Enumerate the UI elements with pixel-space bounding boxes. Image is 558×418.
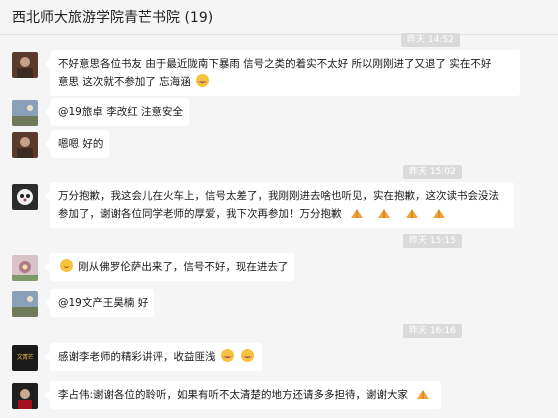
photo-avatar[interactable] xyxy=(12,132,38,158)
message-bubble: 刚从佛罗伦萨出来了，信号不好，现在进去了 xyxy=(44,253,295,281)
laughing-emoji-icon xyxy=(60,259,73,272)
pray-hands-icon xyxy=(432,207,446,219)
timestamp: 昨天 15:15 xyxy=(403,234,462,248)
landscape-avatar[interactable] xyxy=(12,291,38,317)
message-bubble: 万分抱歉，我这会儿在火车上，信号太差了，我刚刚进去啥也听见，实在抱歉，这次读书会… xyxy=(45,182,514,228)
blush-emoji-icon xyxy=(220,349,234,362)
message-bubble: @19旅卓 李改红 注意安全 xyxy=(44,98,190,126)
message-text: 李占伟:谢谢各位的聆听，如果有听不太清楚的地方还请多多担待，谢谢大家 xyxy=(58,389,409,401)
pray-hands-icon xyxy=(377,207,391,219)
portrait-avatar[interactable] xyxy=(12,383,38,409)
timestamp: 昨天 16:16 xyxy=(403,324,462,338)
chat-title-bar: 西北师大旅游学院青芒书院 (19) xyxy=(0,0,558,35)
message-text: 不好意思各位书友 由于最近陇南下暴雨 信号之类的着实不太好 所以刚刚进了又退了 … xyxy=(58,58,492,70)
message-text: 意思 这次就不参加了 忘海涵 xyxy=(58,76,191,88)
message-bubble: @19文产王昊楠 好 xyxy=(44,289,155,317)
panda-avatar[interactable] xyxy=(12,184,38,210)
landscape-avatar[interactable] xyxy=(12,100,38,126)
pray-hands-icon xyxy=(350,207,364,219)
message-text: 感谢李老师的精彩讲评，收益匪浅 xyxy=(58,351,216,363)
pray-hands-icon xyxy=(416,388,430,400)
message-text: @19旅卓 李改红 注意安全 xyxy=(58,106,184,118)
message-text: 嗯嗯 好的 xyxy=(58,138,104,150)
pray-hands-icon xyxy=(405,207,419,219)
message-bubble: 不好意思各位书友 由于最近陇南下暴雨 信号之类的着实不太好 所以刚刚进了又退了 … xyxy=(45,50,520,96)
wenqing-avatar[interactable]: 文青芒 xyxy=(12,345,38,371)
flower-avatar[interactable] xyxy=(12,255,38,281)
timestamp: 昨天 14:52 xyxy=(401,33,460,47)
message-bubble: 李占伟:谢谢各位的聆听，如果有听不太清楚的地方还请多多担待，谢谢大家 xyxy=(44,381,442,409)
photo-avatar[interactable] xyxy=(12,52,38,78)
message-text: 参加了，谢谢各位同学老师的厚爱，我下次再参加！万分抱歉 xyxy=(58,208,342,220)
chat-title: 西北师大旅游学院青芒书院 (19) xyxy=(12,10,214,26)
message-text: 刚从佛罗伦萨出来了，信号不好，现在进去了 xyxy=(78,261,289,273)
message-bubble: 感谢李老师的精彩讲评，收益匪浅 xyxy=(44,343,263,371)
message-text: 万分抱歉，我这会儿在火车上，信号太差了，我刚刚进去啥也听见，实在抱歉，这次读书会… xyxy=(58,190,499,202)
blush-emoji-icon xyxy=(241,349,255,362)
timestamp: 昨天 15:02 xyxy=(403,165,462,179)
avatar-label: 文青芒 xyxy=(12,345,38,371)
smile-emoji-icon xyxy=(196,74,210,87)
message-bubble: 嗯嗯 好的 xyxy=(44,130,110,158)
message-text: @19文产王昊楠 好 xyxy=(58,297,149,309)
